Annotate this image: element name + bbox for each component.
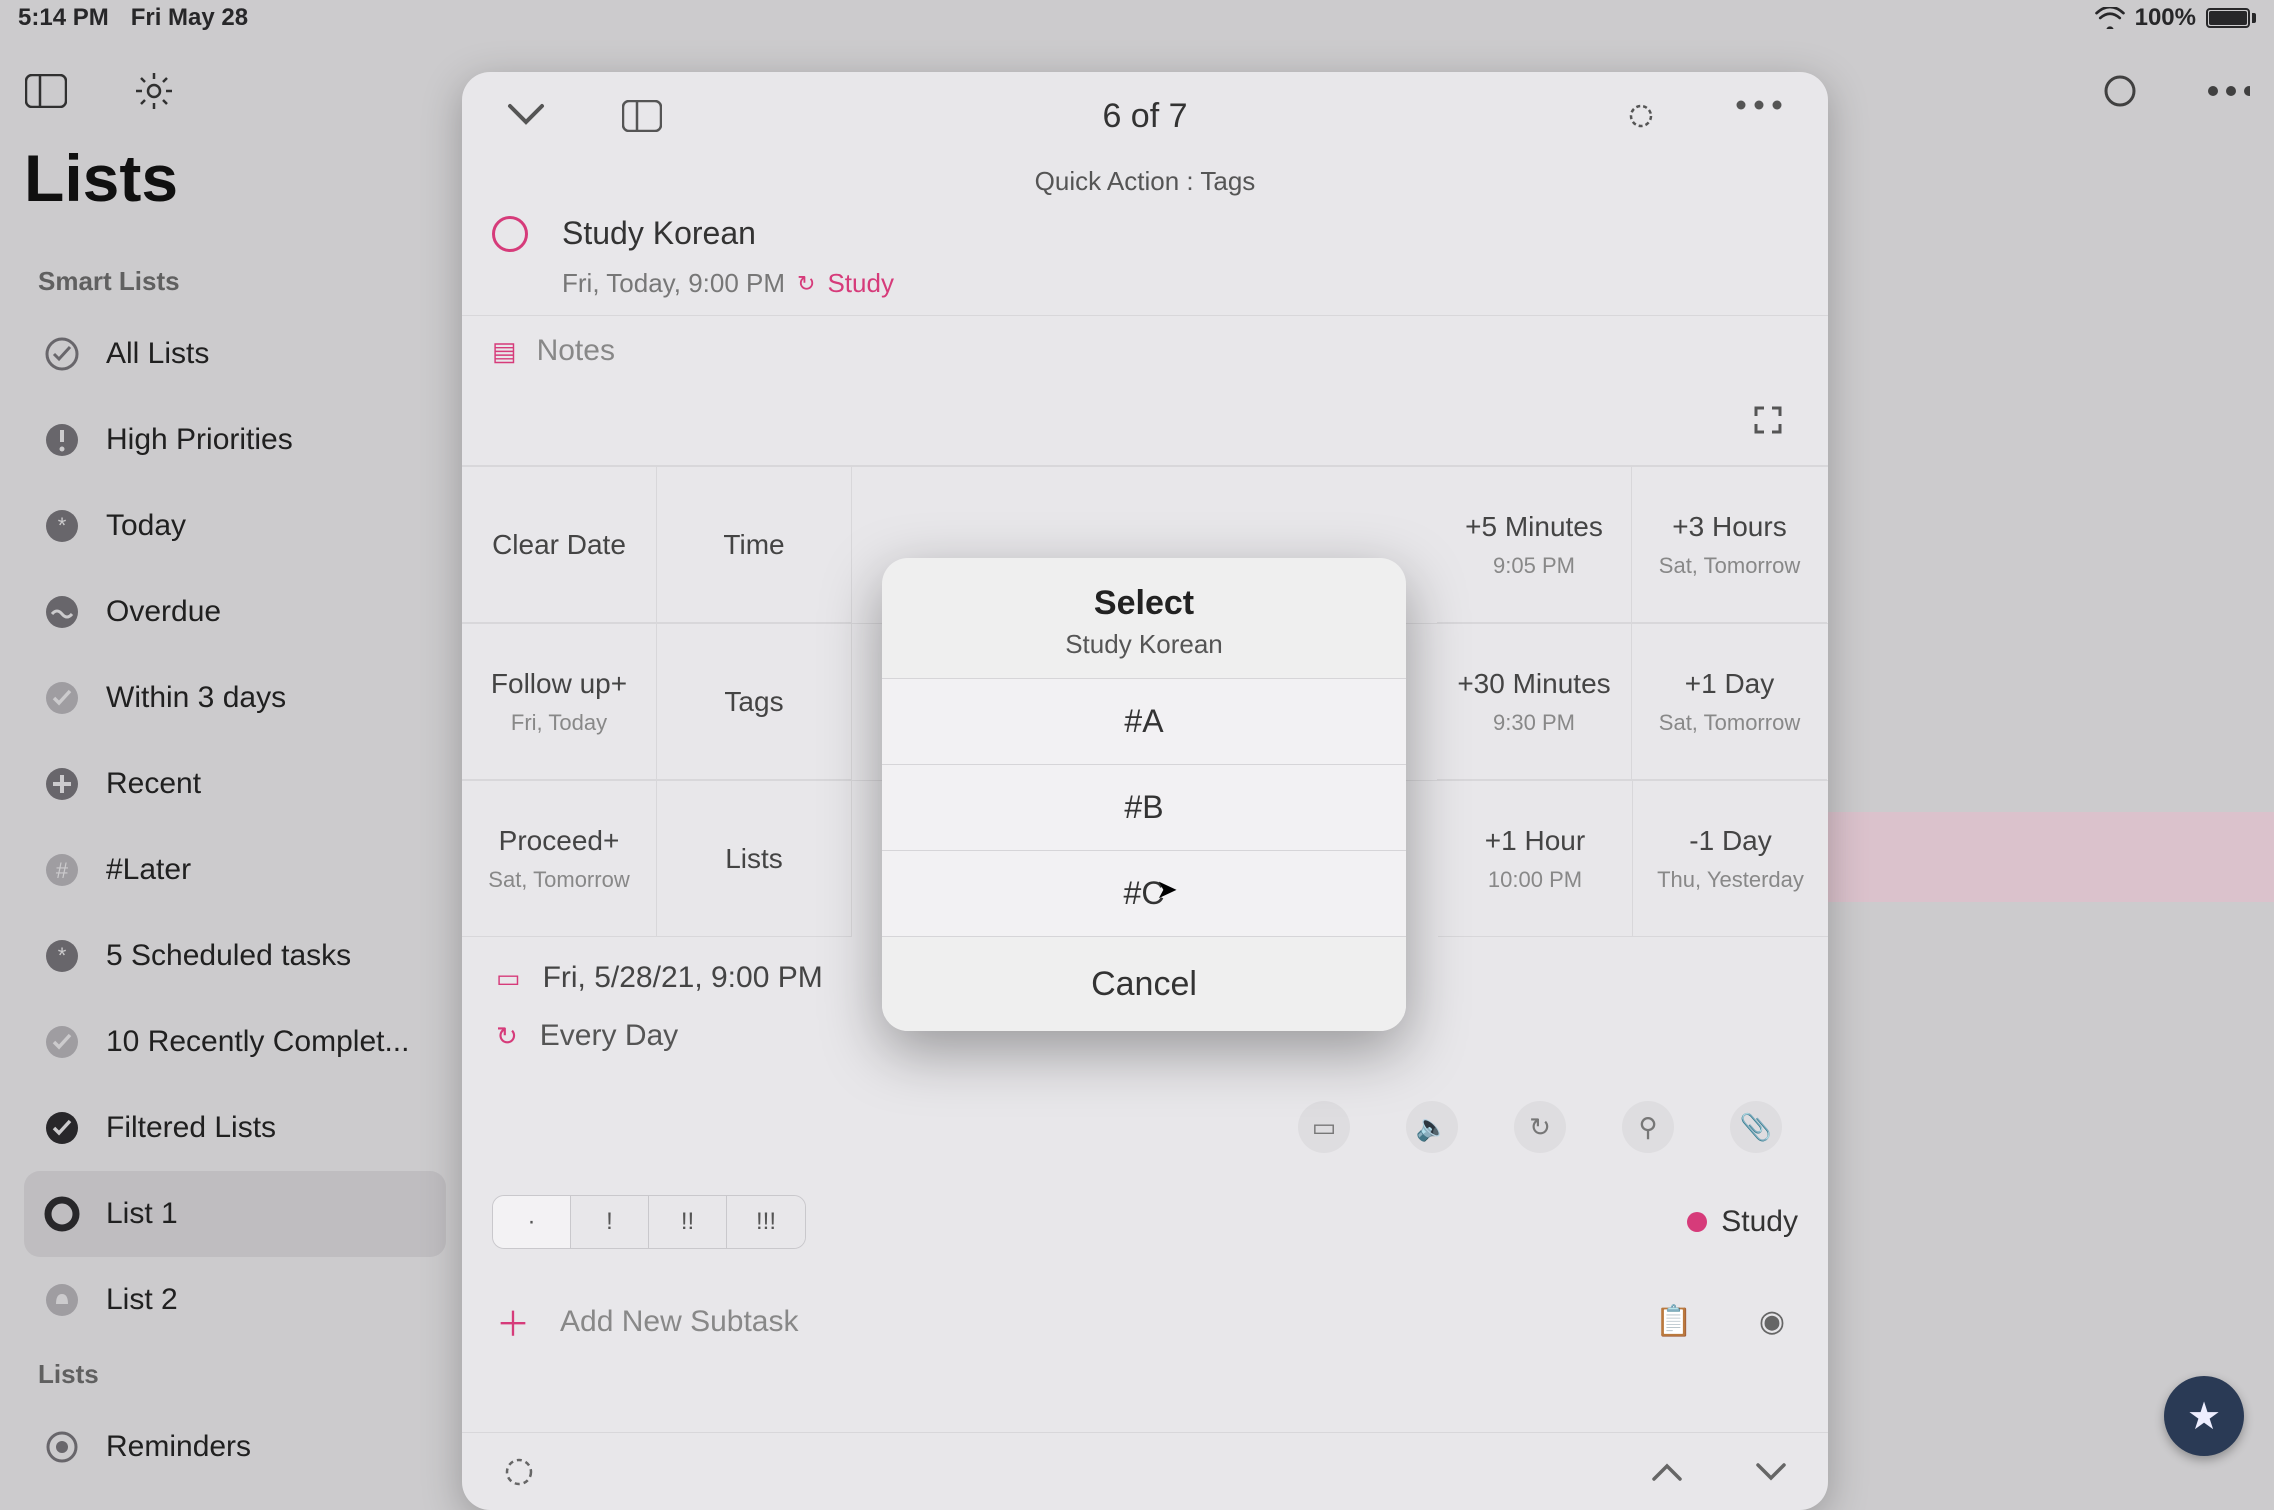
qa-plus-1h[interactable]: +1 Hour10:00 PM [1438, 781, 1633, 937]
qa-minus-1day[interactable]: -1 DayThu, Yesterday [1633, 781, 1828, 937]
sheet-subtitle: Study Korean [902, 629, 1386, 660]
attachment-icon[interactable]: 📎 [1730, 1101, 1782, 1153]
list-pill[interactable]: Study [1687, 1205, 1798, 1239]
calendar-icon[interactable]: ▭ [1298, 1101, 1350, 1153]
card-toolbar: 6 of 7 [462, 72, 1828, 160]
repeat-icon: ↻ [496, 1021, 518, 1052]
list-name: Study [1721, 1205, 1798, 1239]
repeat-icon: ↻ [797, 271, 815, 297]
priority-3[interactable]: !!! [727, 1196, 805, 1248]
schedule-date: Fri, 5/28/21, 9:00 PM [543, 961, 823, 995]
speaker-icon[interactable]: 🔈 [1406, 1101, 1458, 1153]
priority-none[interactable]: · [493, 1196, 571, 1248]
calendar-icon: ▭ [496, 963, 521, 994]
sync-icon[interactable] [502, 1455, 536, 1489]
star-icon: ★ [2187, 1394, 2221, 1439]
sheet-cancel[interactable]: Cancel [882, 937, 1406, 1031]
priority-segmented[interactable]: · ! !! !!! [492, 1195, 806, 1249]
refresh-icon[interactable]: ↻ [1514, 1101, 1566, 1153]
subtask-row[interactable]: ＋ Add New Subtask 📋 ◉ [462, 1267, 1828, 1376]
qa-tags[interactable]: Tags [657, 624, 852, 780]
action-sheet: Select Study Korean #A #B #C Cancel [882, 558, 1406, 1031]
sheet-title: Select [902, 584, 1386, 623]
add-subtask-label: Add New Subtask [560, 1305, 798, 1339]
chevron-down-icon[interactable] [1754, 1461, 1788, 1483]
chevron-up-icon[interactable] [1650, 1461, 1684, 1483]
priority-row: · ! !! !!! Study [462, 1177, 1828, 1267]
priority-2[interactable]: !! [649, 1196, 727, 1248]
due-list: Study [827, 268, 894, 299]
qa-plus-1day[interactable]: +1 DaySat, Tomorrow [1632, 624, 1827, 780]
card-footer [462, 1432, 1828, 1510]
task-title[interactable]: Study Korean [562, 215, 756, 252]
qa-proceed[interactable]: Proceed+Sat, Tomorrow [462, 781, 657, 937]
expand-icon[interactable] [1752, 404, 1784, 436]
qa-plus-5min[interactable]: +5 Minutes9:05 PM [1437, 467, 1632, 623]
chevron-down-icon[interactable] [506, 100, 546, 132]
qa-clear-date[interactable]: Clear Date [462, 467, 657, 623]
qa-follow-up[interactable]: Follow up+Fri, Today [462, 624, 657, 780]
priority-1[interactable]: ! [571, 1196, 649, 1248]
qa-plus-3h[interactable]: +3 HoursSat, Tomorrow [1632, 467, 1827, 623]
notes-row[interactable]: ▤ Notes [462, 315, 1828, 386]
qa-lists[interactable]: Lists [657, 781, 852, 937]
plus-icon: ＋ [496, 1297, 530, 1346]
record-icon[interactable]: ◉ [1750, 1300, 1794, 1344]
more-icon[interactable] [1734, 99, 1784, 133]
sheet-option-b[interactable]: #B [882, 765, 1406, 851]
location-icon[interactable]: ⚲ [1622, 1101, 1674, 1153]
sheet-option-c[interactable]: #C [882, 851, 1406, 937]
quick-action-label: Quick Action : Tags [462, 166, 1828, 197]
task-complete-toggle[interactable] [492, 216, 528, 252]
notes-icon: ▤ [492, 336, 517, 367]
target-icon[interactable] [1624, 99, 1658, 133]
sheet-option-a[interactable]: #A [882, 679, 1406, 765]
qa-plus-30min[interactable]: +30 Minutes9:30 PM [1437, 624, 1632, 780]
qa-time[interactable]: Time [657, 467, 852, 623]
fab-star[interactable]: ★ [2164, 1376, 2244, 1456]
meta-icons: ▭ 🔈 ↻ ⚲ 📎 [462, 1077, 1828, 1177]
repeat-text: Every Day [540, 1019, 678, 1053]
notes-label: Notes [537, 334, 615, 368]
layout-icon[interactable] [622, 100, 662, 132]
due-text: Fri, Today, 9:00 PM [562, 268, 785, 299]
clipboard-icon[interactable]: 📋 [1652, 1300, 1696, 1344]
list-color-dot [1687, 1212, 1707, 1232]
